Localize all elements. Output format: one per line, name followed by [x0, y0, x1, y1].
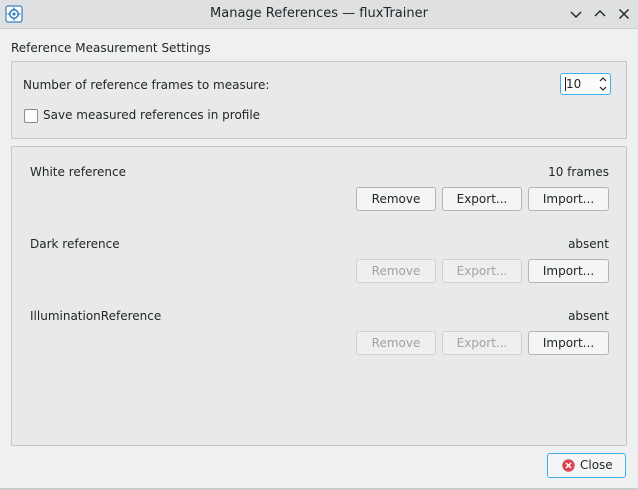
frames-value[interactable]: 10	[566, 77, 581, 91]
close-button-label: Close	[580, 458, 613, 472]
dark-export-button: Export...	[442, 259, 522, 283]
dark-reference-status: absent	[568, 237, 609, 251]
frames-spinbox[interactable]: 10	[560, 73, 611, 95]
frames-label: Number of reference frames to measure:	[23, 78, 270, 92]
close-circle-icon	[562, 459, 575, 472]
white-reference-status: 10 frames	[548, 165, 609, 179]
spin-down-arrow-icon[interactable]	[597, 84, 609, 93]
illumination-reference-label: IlluminationReference	[30, 309, 162, 323]
maximize-chevron-up-icon[interactable]	[591, 5, 609, 23]
close-button[interactable]: Close	[547, 453, 626, 478]
illumination-reference-status: absent	[568, 309, 609, 323]
dark-import-button[interactable]: Import...	[528, 259, 609, 283]
white-remove-button[interactable]: Remove	[356, 187, 436, 211]
white-export-button[interactable]: Export...	[442, 187, 522, 211]
save-references-checkbox[interactable]	[24, 109, 38, 123]
white-import-button[interactable]: Import...	[528, 187, 609, 211]
settings-section-title: Reference Measurement Settings	[11, 41, 211, 55]
minimize-chevron-down-icon[interactable]	[567, 5, 585, 23]
illumination-remove-button: Remove	[356, 331, 436, 355]
illumination-export-button: Export...	[442, 331, 522, 355]
window-close-icon[interactable]	[615, 5, 633, 23]
spin-arrows	[597, 75, 609, 93]
references-group: White reference 10 frames Remove Export.…	[11, 146, 627, 446]
settings-group: Number of reference frames to measure: 1…	[11, 61, 627, 139]
title-bar: Manage References — fluxTrainer	[0, 0, 638, 29]
dark-reference-label: Dark reference	[30, 237, 120, 251]
dark-remove-button: Remove	[356, 259, 436, 283]
save-references-label[interactable]: Save measured references in profile	[43, 108, 260, 122]
spin-up-arrow-icon[interactable]	[597, 75, 609, 84]
illumination-import-button[interactable]: Import...	[528, 331, 609, 355]
window-title: Manage References — fluxTrainer	[210, 6, 428, 21]
white-reference-label: White reference	[30, 165, 127, 179]
